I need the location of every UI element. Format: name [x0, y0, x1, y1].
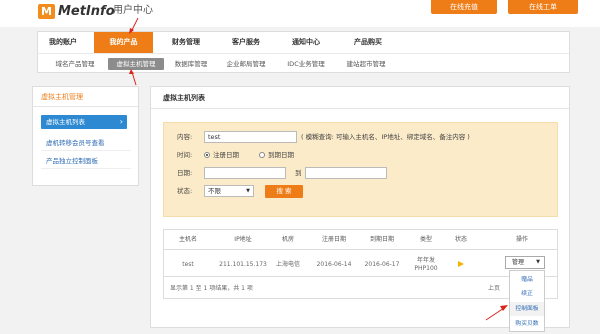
- sidebar-item-control-panel[interactable]: 产品独立控制面板: [41, 153, 131, 169]
- subnav-item-site[interactable]: 建站超市管理: [338, 58, 394, 70]
- recharge-button[interactable]: 在线充值: [431, 0, 497, 14]
- nav-item-service[interactable]: 客户服务: [220, 32, 272, 53]
- cell-reg-date: 2016-06-14: [316, 261, 352, 268]
- sidebar-item-label: 虚拟主机列表: [46, 118, 85, 126]
- chevron-down-icon: ▼: [246, 188, 250, 194]
- sub-nav: 域名产品管理 虚拟主机管理 数据库管理 企业邮局管理 IDC业务管理 建站超市管…: [37, 53, 570, 73]
- status-label: 状态:: [177, 187, 193, 195]
- manage-label: 管理: [512, 259, 525, 266]
- date-from-input[interactable]: [204, 167, 286, 179]
- menu-item-buy[interactable]: 购买贝数: [510, 317, 544, 331]
- cell-room: 上海电信: [275, 261, 300, 268]
- sidebar-item-vhost-list[interactable]: 虚拟主机列表 ›: [41, 115, 127, 129]
- logo-text: MetInfo: [58, 4, 115, 19]
- content-hint: ( 模糊查询: 可输入主机名、IP地址、绑定域名、备注内容 ): [301, 133, 470, 141]
- register-date-radio[interactable]: [204, 152, 210, 158]
- annotation-arrow-icon: [129, 17, 139, 34]
- col-room: 机房: [281, 236, 294, 243]
- subnav-item-idc[interactable]: IDC业务管理: [278, 58, 334, 70]
- subnav-item-domain[interactable]: 域名产品管理: [46, 58, 104, 70]
- main-panel: 虚拟主机列表 内容: test ( 模糊查询: 可输入主机名、IP地址、绑定域名…: [150, 86, 570, 328]
- cell-hostname: test: [182, 261, 194, 268]
- cell-type-line1: 年年发: [416, 257, 435, 264]
- date-to-input[interactable]: [305, 167, 387, 179]
- expire-date-label: 到期日期: [268, 151, 294, 159]
- cell-ip: 211.101.15.173: [219, 261, 267, 268]
- search-button[interactable]: 搜 索: [265, 185, 303, 198]
- sidebar: 虚拟主机管理 虚拟主机列表 › 虚机转移会员号查看 产品独立控制面板: [32, 86, 139, 186]
- prev-page-button[interactable]: 上页: [482, 285, 506, 293]
- subnav-item-database[interactable]: 数据库管理: [168, 58, 214, 70]
- nav-item-account[interactable]: 我的账户: [38, 32, 88, 53]
- sidebar-title: 虚拟主机管理: [33, 87, 138, 107]
- register-date-label: 注册日期: [213, 151, 239, 159]
- pagination-summary: 显示第 1 至 1 项结果，共 1 项: [170, 285, 253, 292]
- subnav-item-mail[interactable]: 企业邮局管理: [218, 58, 274, 70]
- top-bar: M MetInfo 用户中心 在线充值 在线工单: [0, 0, 600, 27]
- cell-exp-date: 2016-06-17: [364, 261, 400, 268]
- play-icon: [458, 261, 464, 267]
- nav-item-notifications[interactable]: 通知中心: [280, 32, 332, 53]
- status-select-value: 不限: [208, 187, 221, 195]
- table-header: 主机名 IP地址 机房 注册日期 到期日期 类型 状态 操作: [164, 230, 557, 250]
- col-exp-date[interactable]: 到期日期: [361, 230, 403, 250]
- manage-dropdown-button[interactable]: 管理 ▼: [505, 256, 545, 269]
- logo-mark: M: [38, 4, 55, 19]
- page-title: 虚拟主机列表: [151, 87, 569, 109]
- date-to-label: 到: [295, 169, 302, 177]
- status-select[interactable]: 不限 ▼: [204, 185, 254, 197]
- col-action: 操作: [515, 236, 528, 243]
- col-ip: IP地址: [234, 236, 252, 243]
- caret-down-icon: ▼: [536, 259, 540, 265]
- date-label: 日期:: [177, 169, 193, 177]
- col-reg-date[interactable]: 注册日期: [313, 230, 355, 250]
- ticket-button[interactable]: 在线工单: [508, 0, 578, 14]
- content-input[interactable]: test: [204, 131, 297, 143]
- cell-type-line2: PHP100: [414, 265, 438, 272]
- col-hostname: 主机名: [178, 236, 197, 243]
- content-label: 内容:: [177, 133, 193, 141]
- menu-item-control-panel[interactable]: 控制面板: [510, 302, 544, 316]
- annotation-arrow-icon: [485, 305, 508, 321]
- menu-item-gift[interactable]: 赠品: [510, 273, 544, 287]
- vhost-table: 主机名 IP地址 机房 注册日期 到期日期 类型 状态 操作 test 211.…: [163, 229, 558, 299]
- nav-item-purchase[interactable]: 产品购买: [342, 32, 394, 53]
- time-label: 时间:: [177, 151, 193, 159]
- manage-dropdown-menu: 赠品 续正 控制面板 购买贝数: [509, 270, 545, 332]
- logo[interactable]: M MetInfo: [38, 3, 115, 21]
- menu-item-renew[interactable]: 续正: [510, 287, 544, 301]
- chevron-right-icon: ›: [119, 117, 123, 126]
- col-type: 类型: [419, 236, 432, 243]
- table-footer: 显示第 1 至 1 项结果，共 1 项 上页: [164, 276, 557, 299]
- main-nav: 我的账户 我的产品 财务管理 客户服务 通知中心 产品购买: [37, 31, 570, 53]
- col-status: 状态: [454, 236, 467, 243]
- nav-item-finance[interactable]: 财务管理: [160, 32, 212, 53]
- filter-panel: 内容: test ( 模糊查询: 可输入主机名、IP地址、绑定域名、备注内容 )…: [163, 122, 558, 217]
- sidebar-item-transfer[interactable]: 虚机转移会员号查看: [41, 135, 131, 151]
- expire-date-radio[interactable]: [259, 152, 265, 158]
- annotation-arrow-icon: [129, 69, 137, 86]
